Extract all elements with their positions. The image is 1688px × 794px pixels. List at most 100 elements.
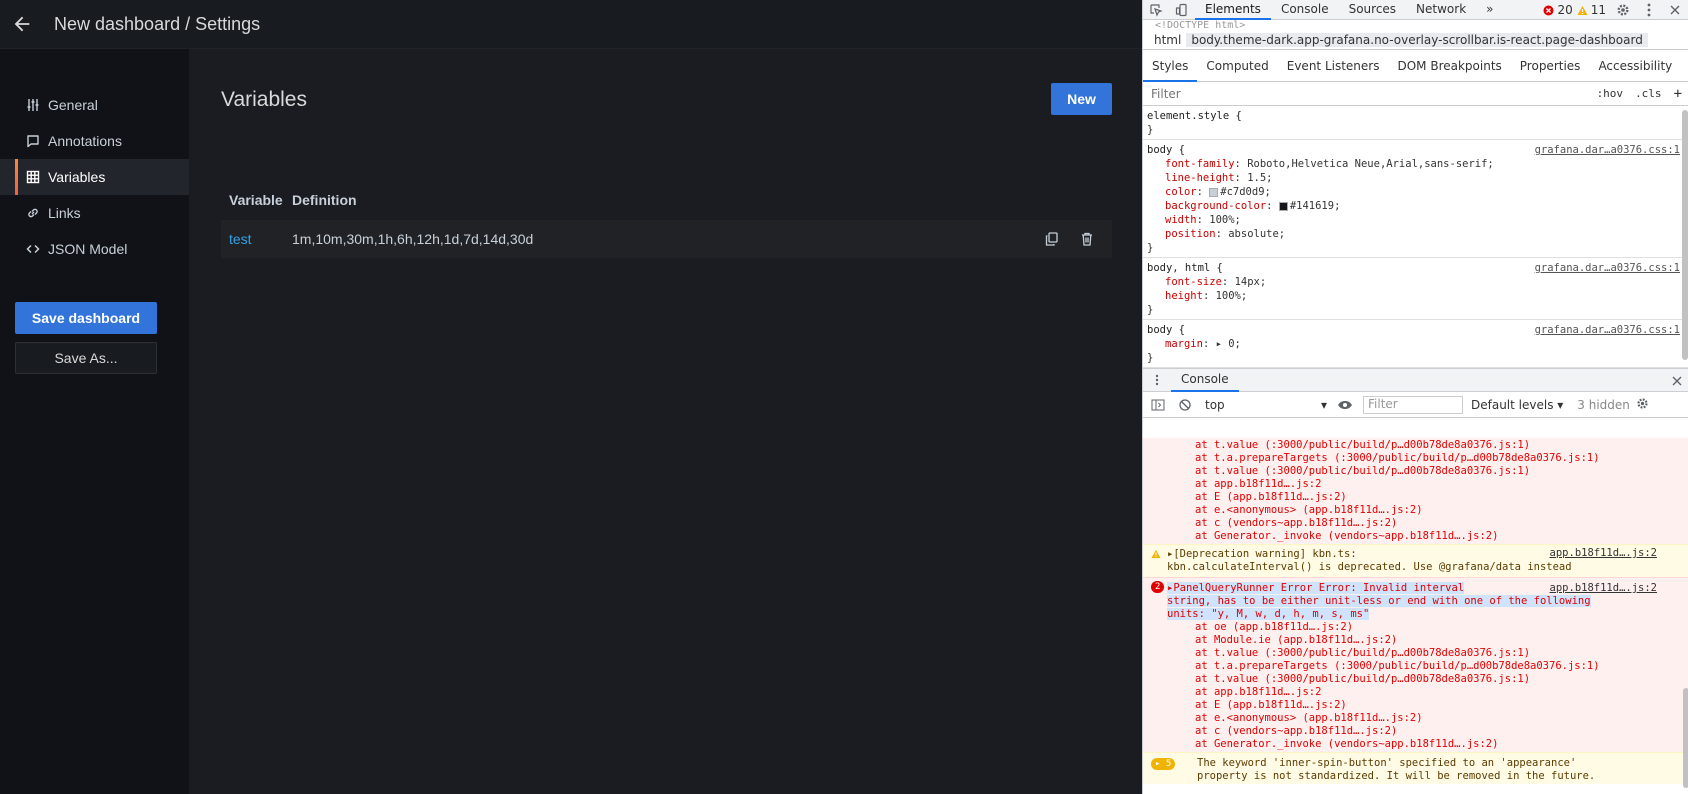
declaration[interactable]: color: #c7d0d9;	[1147, 185, 1680, 199]
new-rule-button[interactable]: +	[1668, 86, 1688, 102]
delete-button[interactable]	[1076, 228, 1098, 250]
clear-console-button[interactable]	[1173, 398, 1197, 411]
stack-line[interactable]: at E (app.b18f11d….js:2)	[1167, 491, 1681, 504]
subtab-computed[interactable]: Computed	[1197, 50, 1277, 82]
drawer-tab-console[interactable]: Console	[1171, 368, 1239, 392]
live-expression-button[interactable]	[1331, 400, 1359, 410]
stack-line[interactable]: at app.b18f11d….js:2	[1167, 478, 1681, 491]
log-levels-dropdown[interactable]: Default levels ▾	[1471, 398, 1563, 412]
subtab-styles[interactable]: Styles	[1143, 50, 1198, 82]
nav-item-annotations[interactable]: Annotations	[0, 123, 189, 159]
stack-line[interactable]: at c (vendors~app.b18f11d….js:2)	[1167, 725, 1681, 738]
nav-item-general[interactable]: General	[0, 87, 189, 123]
rule-source-link[interactable]: grafana.dar…a0376.css:1	[1535, 323, 1680, 337]
styles-filter-input[interactable]	[1147, 86, 1567, 101]
main-content: Variables New Variable Definition test 1…	[189, 49, 1142, 794]
declaration[interactable]: height: 100%;	[1147, 289, 1680, 303]
console-scrollbar[interactable]	[1683, 688, 1688, 788]
property-name: font-size	[1165, 276, 1222, 288]
variables-table: Variable Definition test 1m,10m,30m,1h,6…	[221, 188, 1112, 258]
property-name: font-family	[1165, 158, 1235, 170]
nav-item-links[interactable]: Links	[0, 195, 189, 231]
more-tabs-button[interactable]: »	[1476, 0, 1503, 20]
console-filter-input[interactable]: Filter	[1363, 395, 1463, 414]
inspect-element-button[interactable]	[1143, 0, 1169, 20]
declaration[interactable]: margin: ▸ 0;	[1147, 337, 1680, 351]
stack-line[interactable]: at oe (app.b18f11d….js:2)	[1167, 621, 1681, 634]
declaration[interactable]: background-color: #141619;	[1147, 199, 1680, 213]
declaration[interactable]: font-size: 14px;	[1147, 275, 1680, 289]
warning-icon	[1151, 549, 1161, 559]
message-source-link[interactable]: app.b18f11d….js:2	[1550, 547, 1657, 560]
error-counter[interactable]: 20 11	[1543, 3, 1606, 17]
device-toolbar-button[interactable]	[1169, 0, 1195, 20]
rule-source-link[interactable]: grafana.dar…a0376.css:1	[1535, 143, 1680, 157]
subtab-accessibility[interactable]: Accessibility	[1589, 50, 1681, 82]
stack-line[interactable]: at t.value (:3000/public/build/p…d00b78d…	[1167, 647, 1681, 660]
stack-line[interactable]: at e.<anonymous> (app.b18f11d….js:2)	[1167, 712, 1681, 725]
tab-elements[interactable]: Elements	[1195, 0, 1271, 20]
crumb-body[interactable]: body.theme-dark.app-grafana.no-overlay-s…	[1186, 33, 1648, 47]
sliders-icon	[27, 99, 39, 111]
console-message-error[interactable]: 2 app.b18f11d….js:2 ▸PanelQueryRunner Er…	[1143, 577, 1688, 752]
console-sidebar-toggle[interactable]	[1143, 399, 1173, 411]
stack-line[interactable]: at app.b18f11d….js:2	[1167, 686, 1681, 699]
stack-line[interactable]: at t.a.prepareTargets (:3000/public/buil…	[1167, 452, 1681, 465]
new-variable-button[interactable]: New	[1051, 83, 1112, 115]
table-row[interactable]: test 1m,10m,30m,1h,6h,12h,1d,7d,14d,30d	[221, 220, 1112, 258]
declaration[interactable]: width: 100%;	[1147, 213, 1680, 227]
tab-console[interactable]: Console	[1271, 0, 1339, 20]
top-bar: New dashboard / Settings	[0, 0, 1142, 49]
stack-line[interactable]: at Generator._invoke (vendors~app.b18f11…	[1167, 530, 1681, 543]
cls-toggle[interactable]: .cls	[1629, 87, 1668, 100]
message-source-link[interactable]: app.b18f11d….js:2	[1550, 582, 1657, 595]
warning-icon	[1577, 5, 1588, 15]
stack-line[interactable]: at t.a.prepareTargets (:3000/public/buil…	[1167, 660, 1681, 673]
stack-line[interactable]: at c (vendors~app.b18f11d….js:2)	[1167, 517, 1681, 530]
tab-sources[interactable]: Sources	[1339, 0, 1406, 20]
nav-item-variables[interactable]: Variables	[0, 159, 189, 195]
color-swatch[interactable]	[1278, 201, 1288, 211]
console-settings-button[interactable]	[1636, 397, 1649, 413]
subtab-dom-breakpoints[interactable]: DOM Breakpoints	[1388, 50, 1510, 82]
styles-scrollbar[interactable]	[1682, 110, 1688, 360]
rule-source-link[interactable]: grafana.dar…a0376.css:1	[1535, 261, 1680, 275]
drawer-menu-button[interactable]	[1143, 374, 1171, 386]
close-drawer-button[interactable]	[1672, 375, 1682, 389]
context-selector[interactable]: top ▾	[1201, 395, 1331, 415]
declaration[interactable]: position: absolute;	[1147, 227, 1680, 241]
crumb-html[interactable]: html	[1149, 33, 1186, 47]
property-name: line-height	[1165, 172, 1235, 184]
console-message-warning[interactable]: app.b18f11d….js:2 ▸[Deprecation warning]…	[1143, 544, 1688, 577]
tab-network[interactable]: Network	[1406, 0, 1476, 20]
declaration[interactable]: font-family: Roboto,Helvetica Neue,Arial…	[1147, 157, 1680, 171]
duplicate-button[interactable]	[1040, 228, 1062, 250]
stack-line[interactable]: at t.value (:3000/public/build/p…d00b78d…	[1167, 439, 1681, 452]
stack-line[interactable]: at Generator._invoke (vendors~app.b18f11…	[1167, 738, 1681, 751]
stack-line[interactable]: at e.<anonymous> (app.b18f11d….js:2)	[1167, 504, 1681, 517]
styles-filter-bar: :hov .cls +	[1143, 82, 1688, 106]
color-swatch[interactable]	[1209, 187, 1219, 197]
console-message-warning[interactable]: ▸ 5 The keyword 'inner-spin-button' spec…	[1143, 752, 1688, 784]
stack-line[interactable]: at t.value (:3000/public/build/p…d00b78d…	[1167, 465, 1681, 478]
doctype-line: <!DOCTYPE html>	[1155, 20, 1246, 31]
stack-line[interactable]: at Module.ie (app.b18f11d….js:2)	[1167, 634, 1681, 647]
subtab-properties[interactable]: Properties	[1511, 50, 1590, 82]
variable-name-link[interactable]: test	[221, 231, 292, 247]
stack-line[interactable]: at E (app.b18f11d….js:2)	[1167, 699, 1681, 712]
nav-item-json-model[interactable]: JSON Model	[0, 231, 189, 267]
subtab-event-listeners[interactable]: Event Listeners	[1278, 50, 1389, 82]
back-button[interactable]	[4, 6, 40, 42]
hidden-count: 3 hidden	[1577, 397, 1630, 412]
declaration[interactable]: line-height: 1.5;	[1147, 171, 1680, 185]
close-devtools-button[interactable]	[1662, 0, 1688, 20]
error-text-line: string, has to be either unit-less or en…	[1167, 595, 1591, 607]
save-as-button[interactable]: Save As...	[15, 342, 157, 374]
hov-toggle[interactable]: :hov	[1591, 87, 1630, 100]
save-dashboard-button[interactable]: Save dashboard	[15, 302, 157, 334]
property-name: position	[1165, 228, 1216, 240]
settings-button[interactable]	[1610, 0, 1636, 20]
stack-line[interactable]: at t.value (:3000/public/build/p…d00b78d…	[1167, 673, 1681, 686]
nav-label: Links	[48, 205, 81, 221]
kebab-menu-button[interactable]	[1636, 0, 1662, 20]
